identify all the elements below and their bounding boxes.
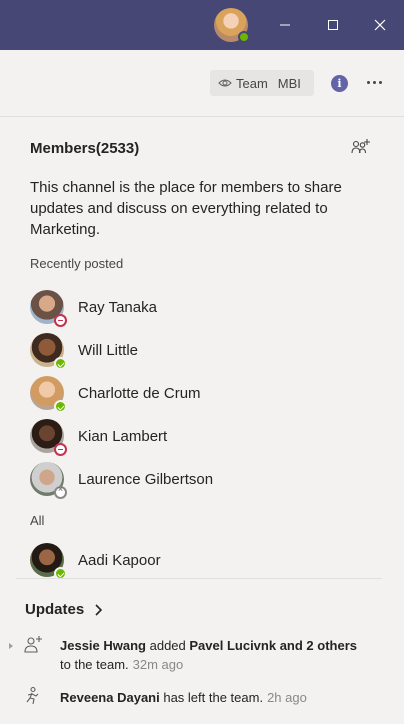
all-members-label: All: [30, 513, 45, 528]
team-short-label: MBI: [277, 75, 301, 91]
toolbar-divider: [0, 116, 404, 117]
title-bar: [0, 0, 404, 50]
member-name: Aadi Kapoor: [78, 551, 161, 569]
channel-toolbar: Team MBI i: [0, 50, 404, 116]
update-action: has left the team.: [159, 690, 264, 705]
more-dot-icon: [372, 80, 376, 84]
avatar: [30, 290, 67, 327]
member-name: Laurence Gilbertson: [78, 470, 214, 488]
avatar: [30, 419, 67, 456]
more-dot-icon: [378, 80, 382, 84]
presence-offline-icon: [54, 484, 67, 499]
update-target[interactable]: Pavel Lucivnk and 2 others: [189, 638, 357, 653]
member-name: Kian Lambert: [78, 427, 168, 445]
section-divider: [16, 578, 382, 579]
minimize-button[interactable]: [262, 0, 308, 50]
add-member-button[interactable]: [350, 136, 372, 158]
member-name: Charlotte de Crum: [78, 384, 201, 402]
maximize-icon: [328, 20, 338, 30]
update-time: 2h ago: [267, 690, 307, 705]
update-suffix: to the team.: [60, 657, 129, 672]
member-row-aadi-kapoor[interactable]: Aadi Kapoor: [30, 542, 360, 580]
recently-posted-label: Recently posted: [30, 256, 124, 271]
avatar: [30, 376, 67, 413]
maximize-button[interactable]: [310, 0, 356, 50]
member-row-will-little[interactable]: Will Little: [30, 332, 360, 370]
updates-header[interactable]: Updates: [25, 601, 103, 618]
team-visibility-pill[interactable]: Team MBI: [210, 70, 314, 96]
presence-dnd-icon: [54, 443, 67, 456]
channel-description: This channel is the place for members to…: [30, 179, 342, 238]
info-button[interactable]: i: [331, 75, 348, 92]
team-label: Team: [236, 75, 268, 91]
member-name: Will Little: [78, 341, 139, 359]
add-person-icon: [23, 635, 43, 655]
info-icon: i: [337, 77, 342, 90]
user-presence-available-icon: [238, 31, 250, 43]
member-row-kian-lambert[interactable]: Kian Lambert: [30, 418, 360, 456]
close-button[interactable]: [357, 0, 403, 50]
add-people-icon: [351, 139, 370, 154]
member-name: Ray Tanaka: [78, 298, 157, 316]
avatar: [30, 333, 67, 370]
update-actor[interactable]: Jessie Hwang: [60, 638, 146, 653]
more-options-button[interactable]: [362, 72, 386, 92]
avatar: [30, 462, 67, 499]
presence-available-icon: [54, 400, 67, 413]
update-item: Reveena Dayani has left the team. 2h ago: [60, 688, 360, 707]
avatar: [30, 543, 67, 580]
expand-caret-icon[interactable]: [9, 643, 13, 649]
close-icon: [374, 19, 386, 31]
chevron-right-icon: [94, 603, 103, 616]
presence-available-icon: [54, 357, 67, 370]
update-actor[interactable]: Reveena Dayani: [60, 690, 160, 705]
member-row-charlotte-de-crum[interactable]: Charlotte de Crum: [30, 375, 360, 413]
person-leave-icon: [23, 686, 43, 706]
updates-title: Updates: [25, 601, 85, 618]
update-action: added: [146, 638, 190, 653]
presence-dnd-icon: [54, 314, 67, 327]
member-row-ray-tanaka[interactable]: Ray Tanaka: [30, 289, 360, 327]
update-time: 32m ago: [132, 657, 184, 672]
update-item: Jessie Hwang added Pavel Lucivnk and 2 o…: [60, 636, 360, 674]
eye-icon: [218, 78, 232, 88]
minimize-icon: [280, 24, 290, 26]
more-dot-icon: [366, 80, 370, 84]
members-title: Members(2533): [30, 140, 140, 157]
member-row-laurence-gilbertson[interactable]: Laurence Gilbertson: [30, 461, 360, 499]
